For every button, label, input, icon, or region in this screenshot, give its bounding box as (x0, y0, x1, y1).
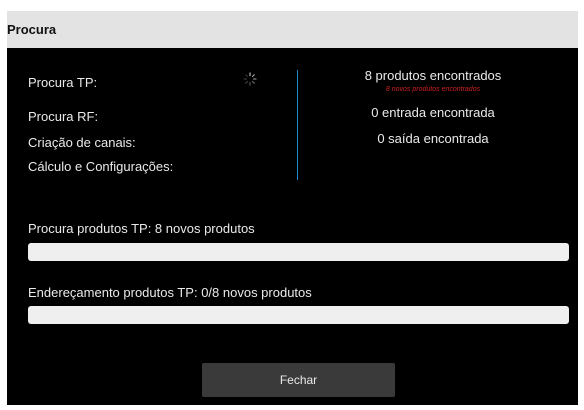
search-progress-label: Procura produtos TP: 8 novos produtos (28, 221, 255, 236)
dialog-title: Procura (7, 22, 57, 37)
products-found-text: 8 produtos encontrados (364, 68, 502, 83)
addressing-progress-bar (28, 306, 569, 324)
step-procura-tp-label: Procura TP: (28, 75, 98, 90)
close-button[interactable]: Fechar (202, 363, 395, 397)
outputs-found-text: 0 saída encontrada (377, 131, 489, 146)
column-divider (297, 70, 298, 180)
step-procura-rf-label: Procura RF: (28, 109, 99, 124)
inputs-found-text: 0 entrada encontrada (371, 105, 495, 120)
new-products-found-text: 8 novos produtos encontrados (385, 86, 481, 93)
dialog-titlebar: Procura (7, 11, 578, 48)
spinner-icon (243, 72, 257, 86)
search-dialog: Procura Procura TP: Procura RF: Criação … (7, 11, 578, 405)
search-progress-bar (28, 243, 569, 261)
step-criacao-canais-label: Criação de canais: (28, 135, 136, 150)
addressing-progress-label: Endereçamento produtos TP: 0/8 novos pro… (28, 285, 312, 300)
step-calculo-config-label: Cálculo e Configurações: (28, 159, 174, 174)
